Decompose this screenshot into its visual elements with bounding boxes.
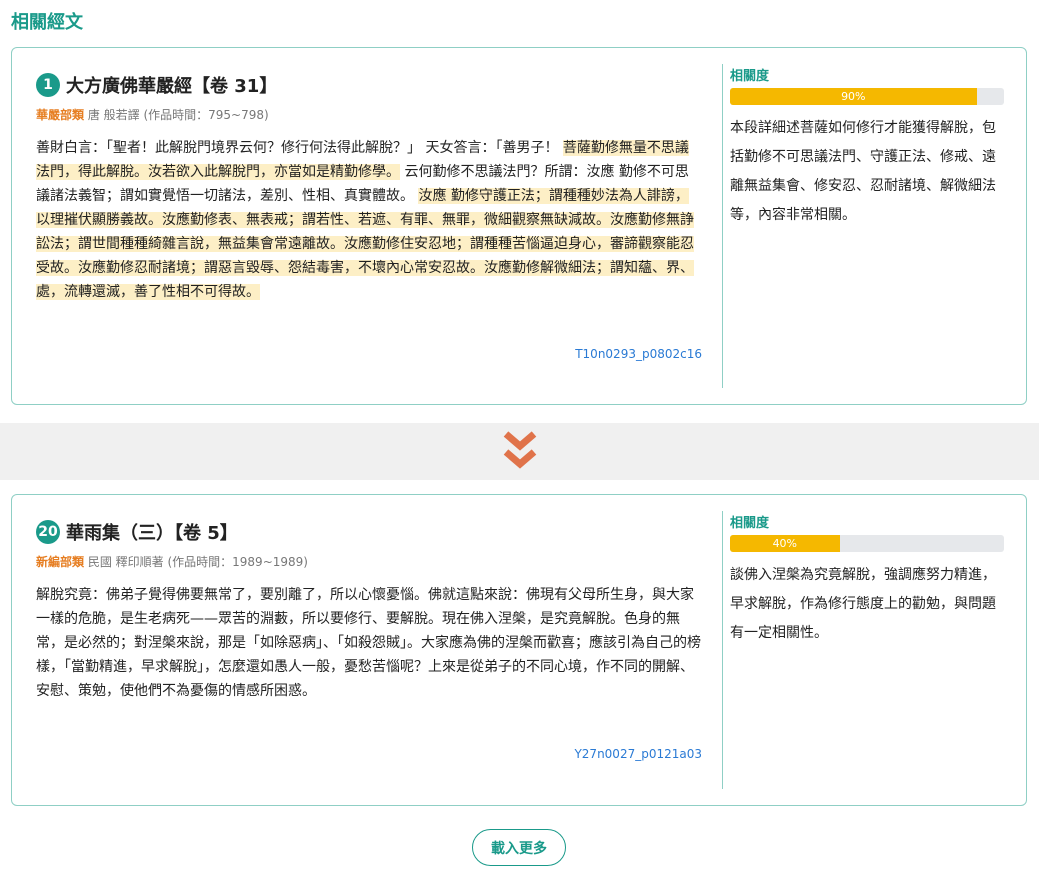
relevance-bar: 90% [730, 88, 1004, 105]
passage-text: 解脫究竟：佛弟子覺得佛要無常了，要別離了，所以心懷憂惱。佛就這點來說：佛現有父母… [36, 587, 701, 699]
author-info: 唐 般若譯 (作品時間：795~798) [87, 108, 269, 122]
relevance-bar: 40% [730, 535, 1004, 552]
category-label: 新編部類 [36, 555, 85, 569]
work-title[interactable]: 華雨集（三）【卷 5】 [66, 519, 238, 545]
work-title[interactable]: 大方廣佛華嚴經【卷 31】 [66, 72, 277, 98]
result-card: 1 大方廣佛華嚴經【卷 31】 華嚴部類 唐 般若譯 (作品時間：795~798… [11, 47, 1027, 405]
work-meta: 新編部類 民國 釋印順著 (作品時間：1989~1989) [36, 553, 308, 570]
passage-highlight: 汝應 勤修守護正法；謂種種妙法為人誹謗，以理摧伏顯勝義故。汝應勤修表、無表戒；謂… [36, 188, 694, 300]
result-card: 20 華雨集（三）【卷 5】 新編部類 民國 釋印順著 (作品時間：1989~1… [11, 494, 1027, 806]
reference-link[interactable]: Y27n0027_p0121a03 [574, 747, 702, 761]
category-label: 華嚴部類 [36, 108, 85, 122]
divider [722, 511, 723, 789]
relevance-label: 相關度 [730, 516, 770, 531]
relevance-bar-fill: 90% [730, 88, 977, 105]
relevance-reason: 本段詳細述菩薩如何修行才能獲得解脫，包括勤修不可思議法門、守護正法、修戒、遠離無… [730, 120, 996, 223]
divider [722, 64, 723, 388]
result-number-badge: 20 [36, 520, 60, 544]
result-number-badge: 1 [36, 73, 60, 97]
relevance-bar-fill: 40% [730, 535, 840, 552]
relevance-label: 相關度 [730, 69, 770, 84]
passage-text: 善財白言：「聖者！此解脫門境界云何？修行何法得此解脫？」 天女答言：「善男子！ … [36, 136, 702, 304]
work-meta: 華嚴部類 唐 般若譯 (作品時間：795~798) [36, 106, 269, 123]
relevance-reason: 談佛入涅槃為究竟解脫，強調應努力精進，早求解脫，作為修行態度上的勸勉，與問題有一… [730, 567, 996, 641]
passage-segment: 善財白言：「聖者！此解脫門境界云何？修行何法得此解脫？」 天女答言：「善男子！ [36, 140, 563, 156]
author-info: 民國 釋印順著 (作品時間：1989~1989) [87, 555, 308, 569]
section-title: 相關經文 [11, 12, 83, 33]
double-chevron-down-icon [503, 430, 536, 469]
result-title-row: 20 華雨集（三）【卷 5】 [36, 519, 238, 545]
load-more-button[interactable]: 載入更多 [472, 829, 566, 866]
reference-link[interactable]: T10n0293_p0802c16 [575, 347, 702, 361]
arrow-separator [0, 423, 1039, 480]
result-title-row: 1 大方廣佛華嚴經【卷 31】 [36, 72, 277, 98]
